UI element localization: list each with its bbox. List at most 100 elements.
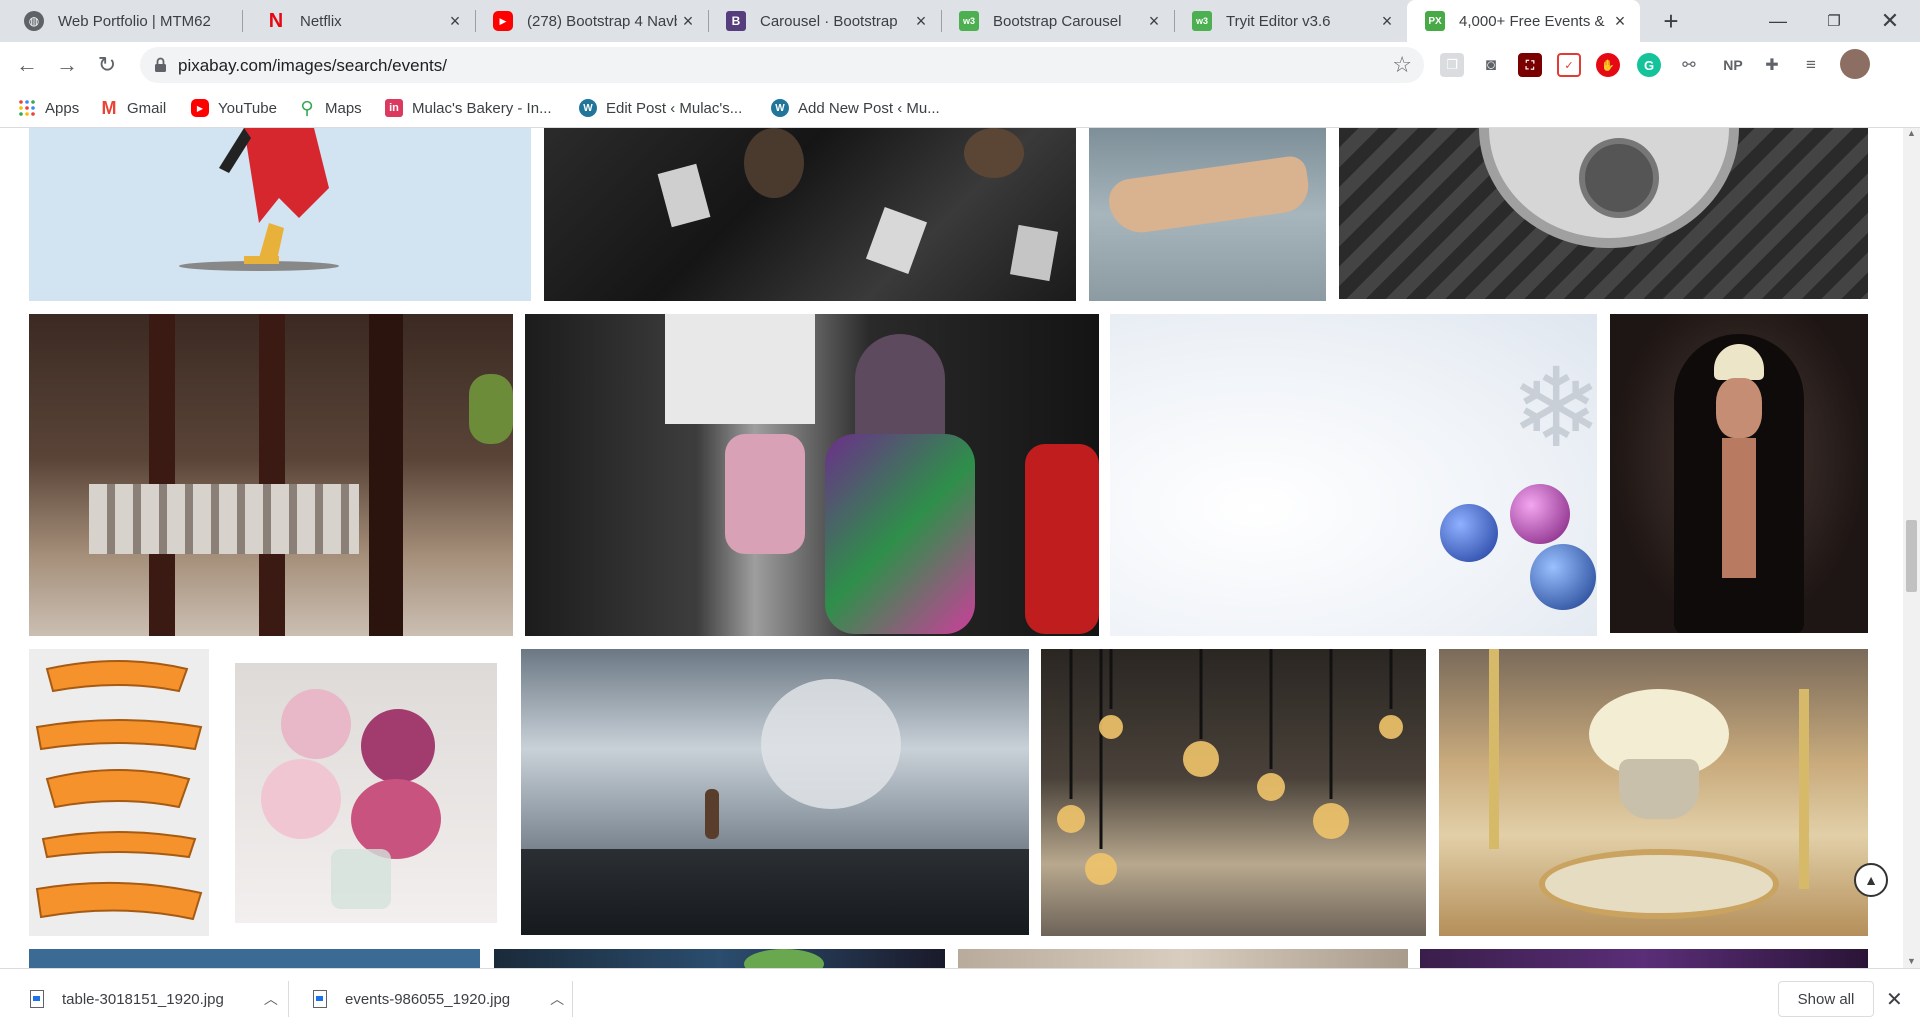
tab-title: Bootstrap Carousel <box>993 12 1122 30</box>
chevron-up-icon[interactable]: ︿ <box>264 989 278 1009</box>
tab-strip: ◍ Web Portfolio | MTM62 N Netflix × ▶ (2… <box>0 0 1920 42</box>
restore-icon[interactable]: ❐ <box>1806 0 1862 42</box>
pdf-ext-icon[interactable]: ⛶ <box>1518 53 1542 77</box>
netflix-icon: N <box>268 9 284 32</box>
pixabay-gallery: ❄ ▲ <box>0 128 1920 968</box>
close-tab-icon[interactable]: × <box>911 11 931 31</box>
hanging-bulbs-image[interactable] <box>1041 649 1426 936</box>
bookmark-mulacs-bakery[interactable]: in Mulac's Bakery - In... <box>385 96 552 120</box>
tab-title: (278) Bootstrap 4 Navb <box>527 12 677 30</box>
table-setting-bw-image[interactable] <box>1339 128 1868 299</box>
profile-avatar[interactable] <box>1840 49 1870 79</box>
back-arrow-icon[interactable]: ← <box>11 49 43 81</box>
close-tab-icon[interactable]: × <box>1144 11 1164 31</box>
bookmark-youtube[interactable]: ▶ YouTube <box>191 96 277 120</box>
apps-grid-icon <box>18 99 36 117</box>
flower-table-image[interactable] <box>958 949 1408 968</box>
download-separator <box>288 981 289 1017</box>
image-file-icon <box>30 990 44 1008</box>
scroll-down-arrow-icon[interactable]: ▼ <box>1907 956 1916 966</box>
bookmark-label: Add New Post ‹ Mu... <box>798 99 940 117</box>
media-queue-icon[interactable]: ≡ <box>1799 53 1823 77</box>
gmail-icon: M <box>101 97 117 118</box>
tab-bootstrap-carousel[interactable]: w3 Bootstrap Carousel × <box>941 0 1174 42</box>
page-scrollbar[interactable]: ▲ ▼ <box>1903 128 1920 968</box>
bike-ext-icon[interactable]: ⚯ <box>1677 53 1701 77</box>
close-window-icon[interactable]: ✕ <box>1862 0 1918 42</box>
bookmark-star-icon[interactable]: ☆ <box>1392 52 1412 78</box>
crowd-with-programs-image[interactable] <box>544 128 1076 301</box>
pixabay-icon: PX <box>1425 11 1445 31</box>
minimize-icon[interactable]: — <box>1750 0 1806 42</box>
veiled-woman-image[interactable] <box>1610 314 1868 633</box>
image-file-icon <box>313 990 327 1008</box>
youtube-icon: ▶ <box>493 11 513 31</box>
adblock-ext-icon[interactable]: ✋ <box>1596 53 1620 77</box>
forward-arrow-icon[interactable]: → <box>51 49 83 81</box>
close-download-shelf-icon[interactable]: ✕ <box>1886 987 1903 1012</box>
scrollbar-thumb[interactable] <box>1906 520 1917 592</box>
camera-ext-icon[interactable]: ◙ <box>1479 53 1503 77</box>
flower-bouquet-image[interactable] <box>221 649 509 936</box>
tab-carousel-bootstrap[interactable]: B Carousel · Bootstrap × <box>708 0 941 42</box>
bookmark-gmail[interactable]: M Gmail <box>100 96 167 120</box>
download-item[interactable]: events-986055_1920.jpg ︿ <box>313 969 564 1029</box>
np-ext-label: NP <box>1723 57 1743 73</box>
christmas-baubles-snow-image[interactable]: ❄ <box>1110 314 1597 636</box>
tab-youtube-bootstrap-navbar[interactable]: ▶ (278) Bootstrap 4 Navb × <box>475 0 708 42</box>
bookmark-label: Apps <box>45 99 80 117</box>
tab-title: Tryit Editor v3.6 <box>1226 12 1331 30</box>
neon-scene-image[interactable] <box>494 949 945 968</box>
tab-title: Web Portfolio | MTM62 <box>58 12 211 30</box>
gold-table-roses-image[interactable] <box>1439 649 1868 936</box>
grammarly-ext-icon[interactable]: G <box>1637 53 1661 77</box>
download-filename: events-986055_1920.jpg <box>345 990 511 1008</box>
scroll-up-arrow-icon[interactable]: ▲ <box>1907 128 1916 138</box>
close-tab-icon[interactable]: × <box>678 11 698 31</box>
bookmark-label: Maps <box>325 99 362 117</box>
globe-icon: ◍ <box>24 11 44 31</box>
download-shelf: table-3018151_1920.jpg ︿ events-986055_1… <box>0 968 1920 1028</box>
show-all-downloads-button[interactable]: Show all <box>1778 981 1874 1017</box>
reload-icon[interactable]: ↻ <box>91 49 123 81</box>
bookmark-maps[interactable]: ⚲ Maps <box>298 96 362 120</box>
cloud-statue-child-image[interactable] <box>521 649 1029 935</box>
pocket-ext-icon[interactable]: ✓ <box>1557 53 1581 77</box>
youtube-icon: ▶ <box>191 99 209 117</box>
wordpress-icon: W <box>579 99 597 117</box>
new-tab-button[interactable]: + <box>1656 6 1686 36</box>
grammarly-ext-label: G <box>1643 57 1655 73</box>
download-item[interactable]: table-3018151_1920.jpg ︿ <box>30 969 278 1029</box>
tab-title: 4,000+ Free Events & P <box>1459 12 1607 30</box>
cartoon-dancer-image[interactable] <box>29 128 531 301</box>
tab-pixabay-events[interactable]: PX 4,000+ Free Events & P × <box>1407 0 1640 42</box>
purple-stage-image[interactable] <box>1420 949 1868 968</box>
close-tab-icon[interactable]: × <box>1377 11 1397 31</box>
chevron-up-icon[interactable]: ︿ <box>550 989 564 1009</box>
seated-audience-image[interactable] <box>525 314 1099 636</box>
tab-tryit-editor[interactable]: w3 Tryit Editor v3.6 × <box>1174 0 1407 42</box>
bookmark-edit-post[interactable]: W Edit Post ‹ Mulac's... <box>579 96 742 120</box>
scroll-to-top-icon[interactable]: ▲ <box>1854 863 1888 897</box>
download-filename: table-3018151_1920.jpg <box>62 990 224 1008</box>
bookmarks-bar: Apps M Gmail ▶ YouTube ⚲ Maps in Mulac's… <box>0 88 1920 128</box>
clipboard-ext-icon[interactable]: ❐ <box>1440 53 1464 77</box>
bookmark-label: Mulac's Bakery - In... <box>412 99 552 117</box>
tab-title: Carousel · Bootstrap <box>760 12 898 30</box>
np-ext-icon[interactable]: NP <box>1718 53 1748 77</box>
bookmark-apps[interactable]: Apps <box>18 96 79 120</box>
puzzle-icon[interactable]: ✚ <box>1760 53 1784 77</box>
temple-worshippers-image[interactable] <box>29 314 513 636</box>
bookmark-add-new-post[interactable]: W Add New Post ‹ Mu... <box>771 96 940 120</box>
tab-netflix[interactable]: N Netflix × <box>242 0 475 42</box>
praying-hands-image[interactable] <box>1089 128 1326 301</box>
close-tab-icon[interactable]: × <box>445 11 465 31</box>
bookmark-label: Edit Post ‹ Mulac's... <box>606 99 743 117</box>
orange-ribbon-banners-image[interactable] <box>29 649 209 936</box>
maps-pin-icon: ⚲ <box>300 97 314 118</box>
address-bar[interactable]: pixabay.com/images/search/events/ ☆ <box>140 47 1424 83</box>
close-tab-icon[interactable]: × <box>1610 11 1630 31</box>
tab-web-portfolio[interactable]: ◍ Web Portfolio | MTM62 <box>0 0 242 42</box>
blue-scene-image[interactable] <box>29 949 480 968</box>
w3schools-icon: w3 <box>959 11 979 31</box>
